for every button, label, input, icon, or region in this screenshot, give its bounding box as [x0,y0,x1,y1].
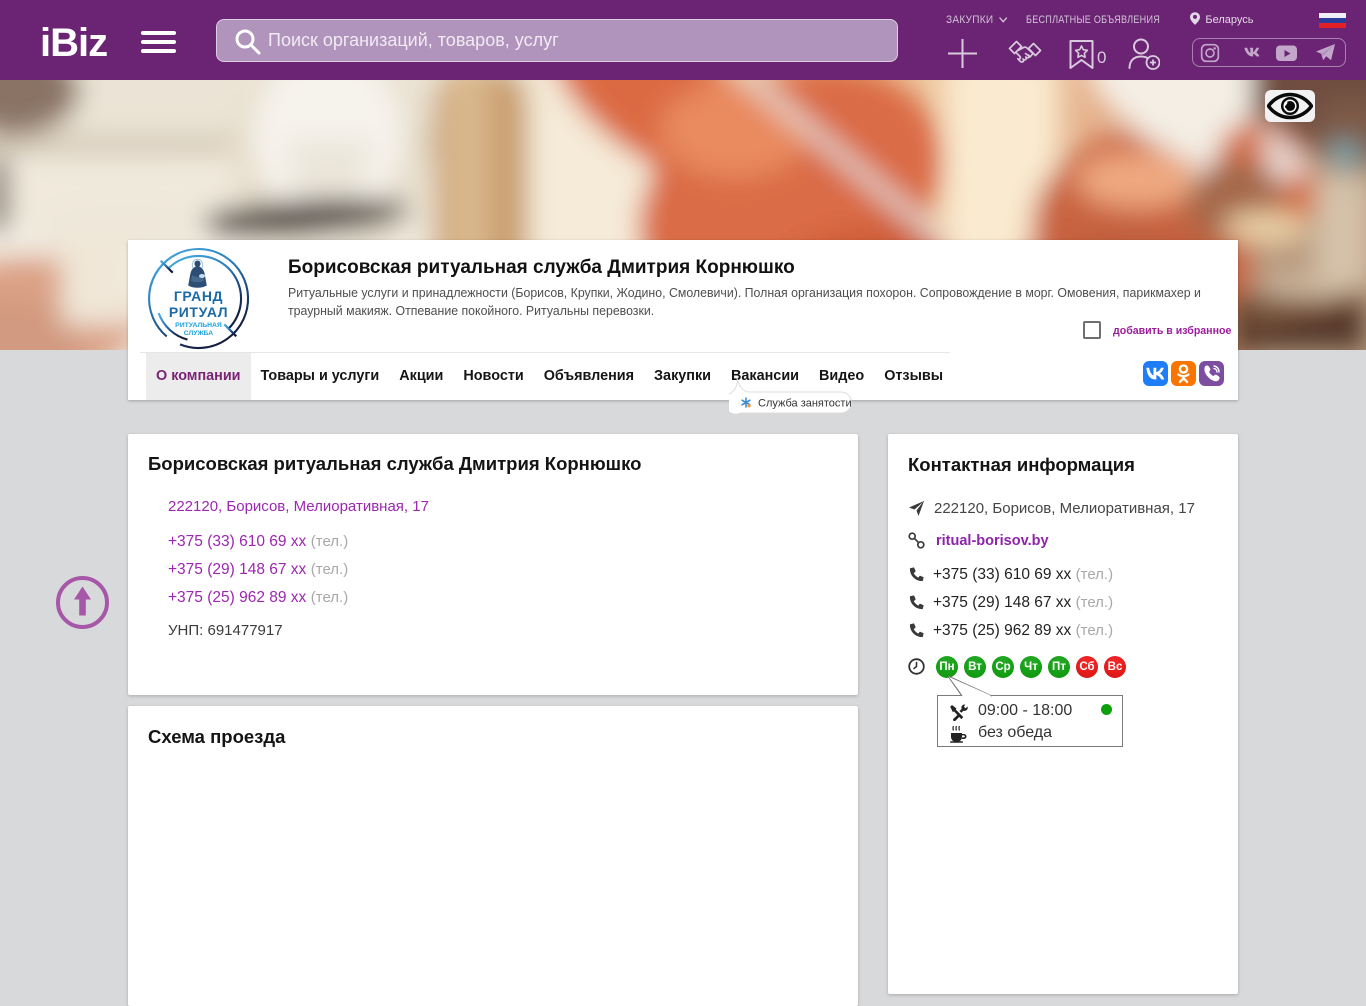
svg-text:РИТУАЛЬНАЯ: РИТУАЛЬНАЯ [175,322,222,329]
svg-text:РИТУАЛ: РИТУАЛ [169,304,228,320]
svg-text:СЛУЖБА: СЛУЖБА [184,330,214,337]
svg-text:ГРАНД: ГРАНД [174,288,223,304]
svg-text:Служба занятости: Служба занятости [758,398,852,410]
